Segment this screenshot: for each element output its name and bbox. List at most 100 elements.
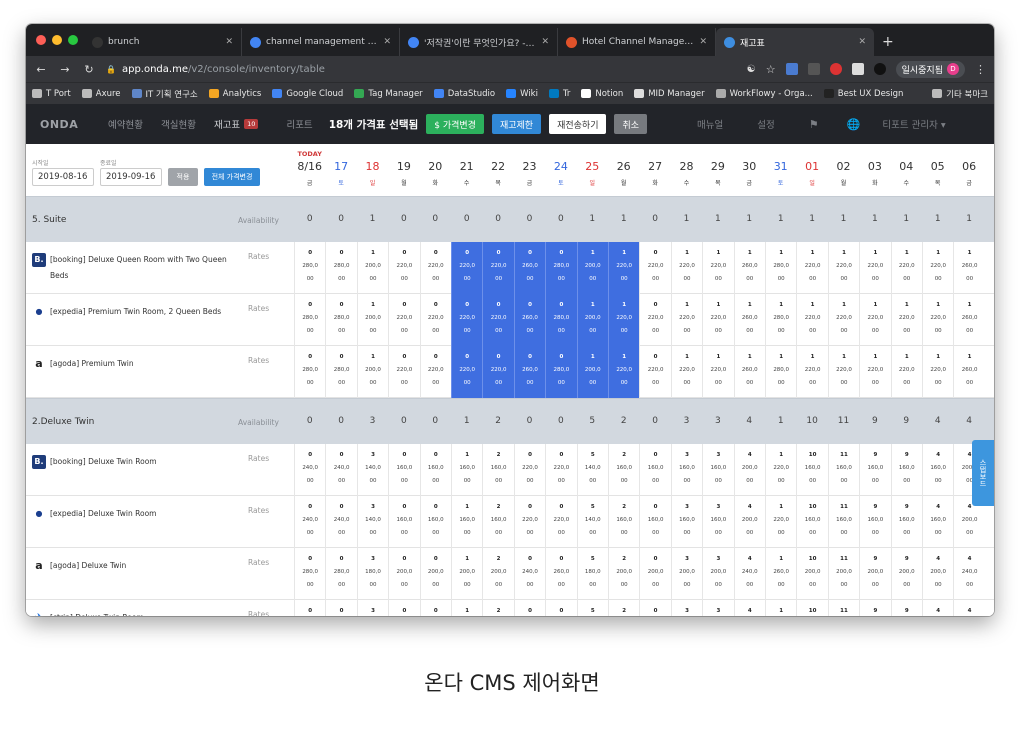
rate-cell[interactable]: 2 160,0 00 (608, 444, 639, 496)
bookmark-item[interactable]: WorkFlowy - Orga... (715, 89, 813, 99)
rate-cell[interactable]: 1 220,0 00 (922, 346, 953, 398)
rate-cell[interactable]: 0 280,0 00 (325, 346, 356, 398)
flag-icon[interactable]: ⚑ (809, 118, 819, 131)
rate-cell[interactable]: 9160,000 (859, 496, 890, 548)
rate-cell[interactable]: 3140,000 (356, 444, 388, 496)
rate-cell[interactable]: 1 220,0 00 (765, 496, 796, 548)
rate-cell[interactable]: 1 220,0 00 (670, 242, 702, 294)
rate-cell[interactable]: 11160,000 (827, 600, 859, 616)
bookmark-item[interactable]: Notion (581, 89, 623, 99)
rate-cell[interactable]: 1 220,0 00 (890, 294, 922, 346)
rate-cell[interactable]: 0220,000 (513, 496, 545, 548)
rate-cell[interactable]: 0160,000 (419, 600, 451, 616)
rate-cell[interactable]: 3160,000 (670, 600, 702, 616)
rate-cell[interactable]: 0 280,0 00 (325, 548, 356, 600)
rate-cell[interactable]: 0220,000 (639, 294, 670, 346)
nav-item[interactable]: 리포트 (286, 117, 312, 131)
rate-cell[interactable]: 2 160,0 00 (608, 496, 639, 548)
bookmark-item[interactable]: Google Cloud (272, 89, 343, 99)
rate-cell[interactable]: 0220,000 (482, 242, 514, 294)
rate-cell[interactable]: 0160,000 (639, 496, 670, 548)
rate-cell[interactable]: 4200,000 (733, 600, 765, 616)
rate-cell[interactable]: 11160,000 (827, 444, 859, 496)
close-tab-icon[interactable]: ✕ (699, 37, 707, 47)
rate-cell[interactable]: 1 260,0 00 (765, 548, 796, 600)
nav-manual[interactable]: 매뉴얼 (697, 117, 723, 131)
bookmark-item[interactable]: Axure (81, 89, 121, 99)
rate-cell[interactable]: 0 200,0 00 (639, 548, 670, 600)
bookmark-item[interactable]: Analytics (208, 89, 261, 99)
rate-cell[interactable]: 0220,000 (513, 600, 545, 616)
rate-cell[interactable]: 3 200,0 00 (702, 548, 733, 600)
bookmark-item[interactable]: T Port (32, 89, 71, 99)
rate-cell[interactable]: 1 220,0 00 (796, 294, 827, 346)
rate-cell[interactable]: 1 220,0 00 (827, 346, 859, 398)
rate-cell[interactable]: 3140,000 (356, 496, 388, 548)
rate-cell[interactable]: 1 220,0 00 (922, 294, 953, 346)
rate-cell[interactable]: 1 220,0 00 (765, 444, 796, 496)
rate-cell[interactable]: 1 260,0 00 (733, 242, 765, 294)
rate-cell[interactable]: 1 260,0 00 (733, 294, 765, 346)
rate-cell[interactable]: 11 200,0 00 (827, 548, 859, 600)
price-change-button[interactable]: $ 가격변경 (426, 114, 484, 134)
bookmark-item[interactable]: 기타 북마크 (932, 88, 988, 100)
rate-cell[interactable]: 0220,000 (388, 346, 419, 398)
rate-cell[interactable]: 0 200,0 00 (388, 548, 419, 600)
rate-cell[interactable]: 0240,000 (325, 600, 356, 616)
rate-cell[interactable]: 0240,000 (294, 600, 325, 616)
rate-cell[interactable]: 9160,000 (890, 600, 922, 616)
rate-cell[interactable]: 4 160,0 00 (922, 444, 953, 496)
browser-tab[interactable]: Hotel Channel Manager by 1H ✕ (558, 28, 716, 56)
rate-cell[interactable]: 5140,000 (576, 496, 608, 548)
rate-cell[interactable]: 0 200,0 00 (419, 548, 451, 600)
rate-cell[interactable]: 2 160,0 00 (482, 496, 513, 548)
rate-cell[interactable]: 3 200,0 00 (670, 548, 702, 600)
rate-cell[interactable]: 10160,000 (796, 600, 827, 616)
close-tab-icon[interactable]: ✕ (383, 37, 391, 47)
rate-cell[interactable]: 1 220,0 00 (859, 346, 890, 398)
rate-cell[interactable]: 1 200,0 00 (356, 346, 388, 398)
rate-cell[interactable]: 1 280,0 00 (765, 346, 796, 398)
nav-item[interactable]: 예약현황 (108, 117, 143, 131)
rate-cell[interactable]: 9 200,0 00 (890, 548, 922, 600)
rate-cell[interactable]: 0160,000 (639, 444, 670, 496)
rate-cell[interactable]: 0 260,0 00 (513, 242, 546, 294)
rate-cell[interactable]: 1 220,0 00 (827, 294, 859, 346)
extension-icon[interactable] (873, 63, 886, 75)
rate-cell[interactable]: 4 160,0 00 (922, 496, 953, 548)
rate-cell[interactable]: 1 220,0 00 (859, 294, 890, 346)
rate-cell[interactable]: 1 200,0 00 (356, 294, 388, 346)
rate-cell[interactable]: 5140,000 (576, 600, 608, 616)
rate-cell[interactable]: 0160,000 (388, 496, 419, 548)
rate-cell[interactable]: 0220,000 (482, 294, 514, 346)
rate-cell[interactable]: 9160,000 (859, 600, 890, 616)
rate-cell[interactable]: 1 260,0 00 (953, 242, 984, 294)
rate-cell[interactable]: 1 200,0 00 (356, 242, 388, 294)
browser-tab[interactable]: channel management system ✕ (242, 28, 400, 56)
back-icon[interactable]: ← (34, 63, 48, 76)
rate-cell[interactable]: 0220,000 (545, 496, 576, 548)
bookmark-item[interactable]: Tr (548, 89, 570, 99)
end-date-input[interactable]: 2019-09-16 (100, 168, 162, 186)
rate-cell[interactable]: 3140,000 (356, 600, 388, 616)
rate-cell[interactable]: 0220,000 (513, 444, 545, 496)
maximize-window-icon[interactable] (68, 35, 78, 45)
globe-icon[interactable]: 🌐 (847, 118, 861, 131)
rate-cell[interactable]: 0240,000 (294, 444, 325, 496)
rate-cell[interactable]: 10160,000 (796, 444, 827, 496)
close-tab-icon[interactable]: ✕ (541, 37, 549, 47)
rate-cell[interactable]: 1 220,0 00 (702, 294, 733, 346)
close-tab-icon[interactable]: ✕ (225, 37, 233, 47)
rate-cell[interactable]: 0160,000 (388, 600, 419, 616)
rate-cell[interactable]: 0220,000 (451, 346, 483, 398)
close-tab-icon[interactable]: ✕ (858, 37, 866, 47)
rate-cell[interactable]: 3 180,0 00 (356, 548, 388, 600)
bulk-price-change-button[interactable]: 전체 가격변경 (204, 168, 260, 186)
extension-icon[interactable] (851, 63, 864, 75)
rate-cell[interactable]: 1160,000 (451, 444, 482, 496)
rate-cell[interactable]: 1 220,0 00 (890, 346, 922, 398)
rate-cell[interactable]: 0 280,0 00 (294, 548, 325, 600)
rate-cell[interactable]: 1 260,0 00 (733, 346, 765, 398)
rate-cell[interactable]: 0220,000 (388, 294, 419, 346)
rate-cell[interactable]: 1160,000 (451, 600, 482, 616)
